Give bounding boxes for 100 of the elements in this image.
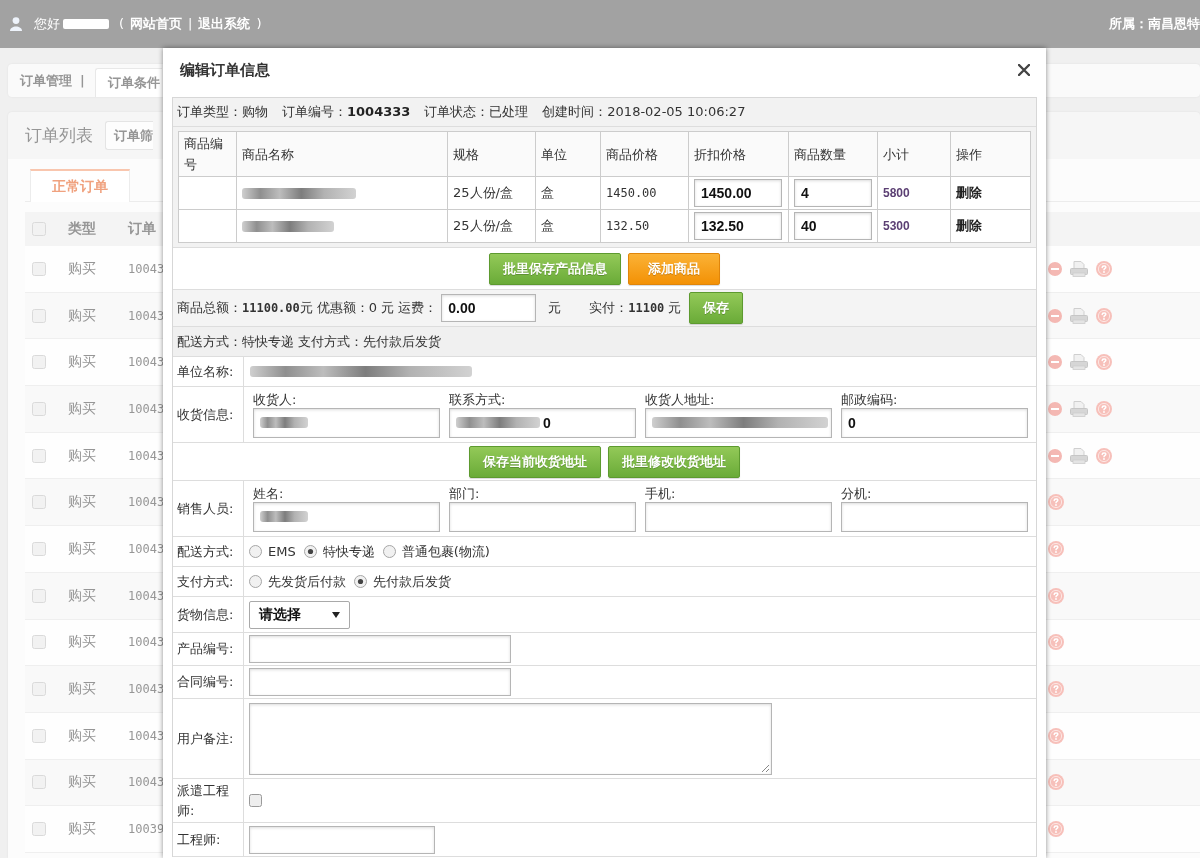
radio-button[interactable]	[249, 575, 262, 588]
input-field[interactable]	[449, 501, 636, 532]
printer-icon[interactable]	[1070, 260, 1088, 277]
nav-tab[interactable]: 订单条件	[94, 68, 162, 97]
table-cell-text: 10043	[127, 495, 163, 510]
action-button[interactable]: 批里保存产品信息	[489, 252, 621, 285]
option-label: 特快专递	[322, 542, 375, 561]
table-cell: 盒	[536, 177, 601, 210]
column-header: 折扣价格	[689, 132, 789, 177]
question-circle-icon[interactable]	[1048, 587, 1064, 604]
filter-button[interactable]: 订单筛	[105, 121, 153, 150]
printer-icon[interactable]	[1070, 354, 1088, 371]
question-circle-icon[interactable]	[1096, 260, 1112, 277]
form-label: 销售人员:	[173, 481, 244, 536]
radio-button[interactable]	[249, 545, 262, 558]
action-button[interactable]: 保存当前收货地址	[469, 445, 601, 478]
minus-circle-icon[interactable]	[1048, 448, 1062, 463]
field-label: 联系方式:	[449, 391, 507, 408]
table-cell-text: 购买	[67, 306, 97, 325]
form-label: 用户备注:	[173, 699, 244, 778]
total-text: 优惠额：0 元	[316, 299, 395, 317]
input-field[interactable]	[841, 501, 1028, 532]
question-circle-icon[interactable]	[1048, 540, 1064, 557]
column-header: 规格	[448, 132, 536, 177]
save-button[interactable]: 保存	[689, 292, 744, 324]
field-label: 分机:	[841, 485, 873, 502]
action-button[interactable]: 添加商品	[628, 252, 720, 285]
option-label: 普通包裹(物流)	[401, 542, 490, 561]
table-cell-text: 购买	[67, 353, 97, 372]
checkbox[interactable]	[249, 794, 262, 807]
account-links-text: ( 网站首页 | 退出系统 )	[119, 15, 262, 33]
radio-button[interactable]	[303, 545, 317, 558]
order-info-text: 创建时间：2018-02-05 10:06:27	[542, 103, 746, 121]
input-field[interactable]	[253, 501, 440, 532]
input-field[interactable]	[645, 407, 832, 438]
textarea-field[interactable]	[249, 702, 772, 775]
subtotal-text: 5300	[883, 219, 910, 233]
question-circle-icon[interactable]	[1048, 494, 1064, 511]
question-circle-icon[interactable]	[1096, 447, 1112, 464]
question-circle-icon[interactable]	[1048, 727, 1064, 744]
table-cell: 1450.00	[601, 177, 689, 210]
action-button[interactable]: 批里修改收货地址	[608, 445, 740, 478]
form-label: 合同编号:	[173, 666, 244, 698]
dialog-title: 编辑订单信息	[180, 60, 270, 80]
nav-link[interactable]: 订单管理	[20, 71, 72, 90]
input-field[interactable]: 0	[841, 407, 1028, 438]
table-cell-text: 购买	[67, 633, 97, 652]
delete-link[interactable]: 删除	[956, 217, 982, 235]
column-header: 操作	[951, 132, 1031, 177]
printer-icon[interactable]	[1070, 447, 1088, 464]
table-cell-text: 10043	[127, 261, 163, 276]
table-cell-text: 购买	[67, 773, 97, 792]
unit-text: 元	[548, 299, 562, 317]
input-field[interactable]	[249, 635, 511, 663]
table-cell-text: 10043	[127, 682, 163, 697]
table-cell-text: 购买	[67, 399, 97, 418]
top-link[interactable]: 网站首页	[130, 16, 183, 31]
question-circle-icon[interactable]	[1096, 354, 1112, 371]
input-field[interactable]	[249, 825, 435, 854]
minus-circle-icon[interactable]	[1048, 308, 1062, 323]
input-field[interactable]: 1450.00	[694, 179, 782, 207]
printer-icon[interactable]	[1070, 400, 1088, 417]
minus-circle-icon[interactable]	[1048, 261, 1062, 276]
summary-text: 配送方式：特快专递 支付方式：先付款后发货	[177, 332, 442, 351]
option-label: 先付款后发货	[373, 572, 451, 591]
column-header: 小计	[878, 132, 951, 177]
question-circle-icon[interactable]	[1096, 307, 1112, 324]
radio-button[interactable]	[382, 545, 396, 558]
resize-grip-icon[interactable]	[761, 763, 769, 772]
input-field[interactable]: 0.00	[441, 294, 537, 322]
input-field[interactable]: 132.50	[694, 212, 782, 240]
radio-button[interactable]	[354, 575, 367, 588]
top-link[interactable]: 退出系统	[198, 16, 251, 31]
printer-icon[interactable]	[1070, 307, 1088, 324]
order-info-text: 订单编号：1004333	[282, 103, 411, 121]
form-label: 产品编号:	[173, 633, 244, 665]
question-circle-icon[interactable]	[1048, 634, 1064, 651]
form-label: 收货信息:	[173, 387, 244, 442]
input-field[interactable]	[249, 668, 511, 696]
field-label: 收货人:	[253, 391, 298, 408]
question-circle-icon[interactable]	[1048, 821, 1064, 838]
question-circle-icon[interactable]	[1048, 774, 1064, 791]
input-field[interactable]: 40	[794, 212, 872, 240]
field-label: 姓名:	[253, 485, 285, 502]
close-icon[interactable]	[1018, 64, 1030, 76]
minus-circle-icon[interactable]	[1048, 355, 1062, 370]
question-circle-icon[interactable]	[1096, 400, 1112, 417]
field-label: 邮政编码:	[841, 391, 899, 408]
input-field[interactable]: 4	[794, 179, 872, 207]
input-field[interactable]	[645, 501, 832, 532]
input-field[interactable]: 0	[449, 407, 636, 438]
delete-link[interactable]: 删除	[956, 184, 982, 202]
input-field[interactable]	[253, 407, 440, 438]
question-circle-icon[interactable]	[1048, 681, 1064, 698]
column-header: 商品价格	[601, 132, 689, 177]
minus-circle-icon[interactable]	[1048, 401, 1062, 416]
column-header: 商品编号	[179, 132, 237, 177]
separator-text: |	[80, 73, 85, 88]
order-tab[interactable]: 正常订单	[30, 169, 130, 202]
select-dropdown[interactable]: 请选择	[249, 600, 350, 629]
